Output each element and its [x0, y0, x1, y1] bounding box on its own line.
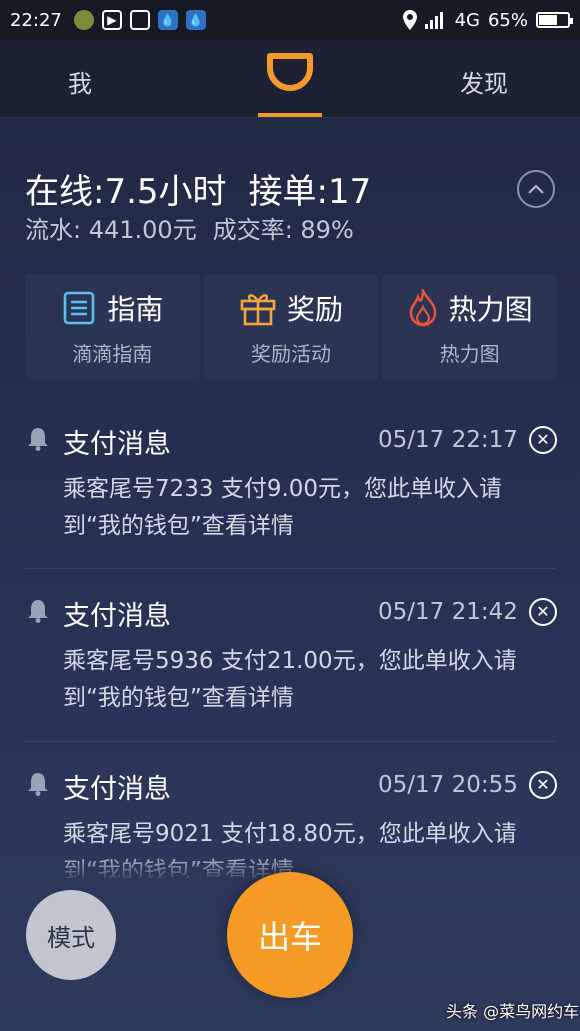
signal-icon	[424, 12, 443, 29]
didi-logo-icon[interactable]	[264, 52, 316, 92]
online-hours: 在线:7.5小时	[25, 172, 227, 212]
watermark: 头条 @菜鸟网约车	[446, 1002, 580, 1021]
close-icon[interactable]: ✕	[529, 426, 557, 454]
bell-icon	[28, 773, 48, 796]
bell-icon	[28, 600, 48, 623]
card-reward[interactable]: 奖励 奖励活动	[203, 274, 379, 380]
card-title: 奖励	[287, 292, 344, 326]
flame-icon	[409, 288, 436, 326]
order-count: 接单:17	[248, 172, 372, 212]
card-subtitle: 滴滴指南	[72, 341, 153, 366]
message-time: 05/17 20:55	[378, 772, 518, 798]
start-driving-button[interactable]: 出车	[227, 872, 353, 998]
water-drop-icon: 💧	[185, 10, 206, 30]
water-drop-icon: 💧	[157, 10, 178, 30]
message-body: 乘客尾号5936 支付21.00元，您此单收入请到“我的钱包”查看详情	[63, 648, 517, 711]
close-icon[interactable]: ✕	[529, 771, 557, 799]
close-icon[interactable]: ✕	[529, 598, 557, 626]
tab-bar: 我 发现	[0, 40, 580, 118]
revenue-amount: 流水: 441.00元	[25, 216, 197, 244]
message-title: 支付消息	[63, 601, 171, 632]
completion-rate: 成交率: 89%	[212, 216, 354, 244]
tab-me[interactable]: 我	[68, 64, 92, 99]
card-guide[interactable]: 指南 滴滴指南	[25, 274, 200, 380]
chevron-up-icon	[528, 184, 544, 194]
card-title: 指南	[107, 292, 164, 326]
play-notification-icon: ▶	[101, 10, 122, 30]
divider	[25, 568, 555, 569]
app-notification-icon	[73, 10, 94, 30]
network-type: 4G	[454, 9, 480, 31]
mode-button[interactable]: 模式	[26, 890, 116, 980]
bell-icon	[28, 428, 48, 451]
screenshot-notification-icon	[129, 10, 150, 30]
location-icon	[402, 10, 417, 30]
gift-icon	[240, 293, 276, 325]
card-subtitle: 热力图	[439, 341, 500, 366]
guide-icon	[64, 291, 95, 324]
card-subtitle: 奖励活动	[251, 341, 331, 366]
tab-discover[interactable]: 发现	[460, 64, 508, 99]
feature-cards: 指南 滴滴指南 奖励 奖励活动 热力图 热力图	[25, 274, 558, 380]
message-time: 05/17 22:17	[378, 427, 518, 453]
message-body: 乘客尾号7233 支付9.00元，您此单收入请到“我的钱包”查看详情	[63, 476, 503, 539]
message-title: 支付消息	[63, 774, 171, 805]
status-bar: 22:27 ▶ 💧 💧 4G 65%	[0, 0, 580, 40]
card-title: 热力图	[448, 292, 533, 326]
card-heatmap[interactable]: 热力图 热力图	[382, 274, 558, 380]
revenue-stats: 流水: 441.00元 成交率: 89%	[25, 210, 370, 245]
divider	[25, 741, 555, 742]
battery-icon	[536, 12, 573, 28]
battery-percent: 65%	[487, 9, 528, 31]
message-time: 05/17 21:42	[378, 599, 518, 625]
message-title: 支付消息	[63, 429, 171, 460]
collapse-button[interactable]	[517, 170, 555, 208]
status-time: 22:27	[10, 9, 62, 31]
active-tab-indicator	[258, 113, 322, 117]
online-stats: 在线:7.5小时 接单:17	[25, 164, 393, 213]
